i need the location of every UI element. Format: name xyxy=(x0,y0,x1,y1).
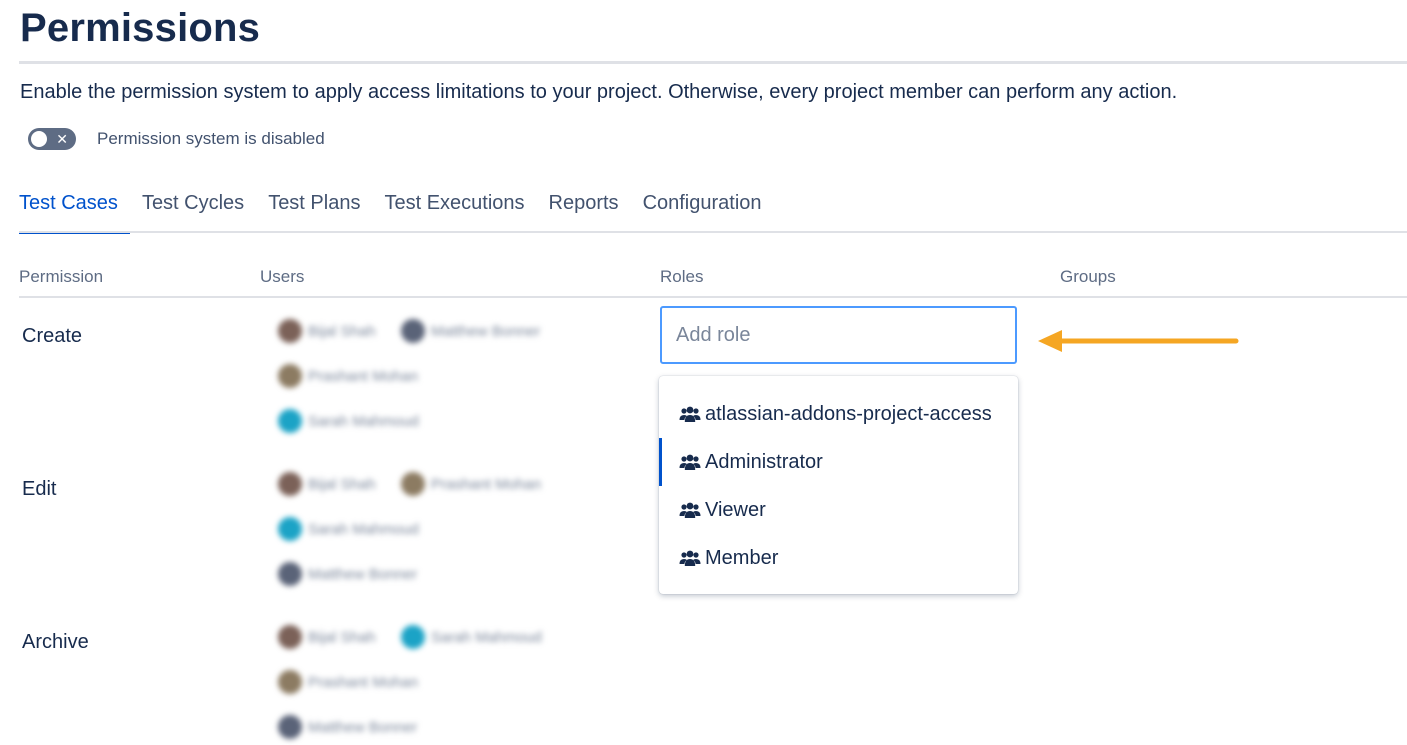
page-title: Permissions xyxy=(20,6,261,50)
add-role-input[interactable] xyxy=(660,306,1017,364)
permission-name-archive: Archive xyxy=(22,631,89,653)
column-header-users: Users xyxy=(260,267,305,286)
column-header-groups: Groups xyxy=(1060,267,1116,286)
permission-name-edit: Edit xyxy=(22,478,57,500)
permission-system-toggle[interactable]: ✕ xyxy=(28,128,76,150)
tab-reports[interactable]: Reports xyxy=(549,190,619,234)
avatar xyxy=(278,472,302,496)
user-chip: Bijal Shah xyxy=(278,624,376,650)
user-name: Bijal Shah xyxy=(308,628,376,646)
avatar xyxy=(278,319,302,343)
user-chip: Bijal Shah xyxy=(278,471,376,497)
user-name: Sarah Mahmoud xyxy=(308,412,419,430)
user-chip: Matthew Bonner xyxy=(401,318,540,344)
user-name: Prashant Mohan xyxy=(308,673,419,691)
user-name: Bijal Shah xyxy=(308,475,376,493)
role-option-administrator[interactable]: Administrator xyxy=(659,438,1018,486)
user-name: Sarah Mahmoud xyxy=(308,520,419,538)
avatar xyxy=(278,517,302,541)
tab-configuration[interactable]: Configuration xyxy=(643,190,762,234)
role-dropdown-menu: atlassian-addons-project-access Administ… xyxy=(659,376,1018,594)
users-group-icon xyxy=(679,406,701,422)
tab-test-cycles[interactable]: Test Cycles xyxy=(142,190,244,234)
column-header-permission: Permission xyxy=(19,267,104,286)
role-option-viewer[interactable]: Viewer xyxy=(659,486,1018,534)
role-option-label: Member xyxy=(705,546,779,569)
user-chip: Bijal Shah xyxy=(278,318,376,344)
avatar xyxy=(278,562,302,586)
user-name: Matthew Bonner xyxy=(308,718,418,736)
permission-name-create: Create xyxy=(22,325,83,347)
tab-test-plans[interactable]: Test Plans xyxy=(268,190,360,234)
toggle-label: Permission system is disabled xyxy=(97,129,325,148)
tab-bar: Test Cases Test Cycles Test Plans Test E… xyxy=(19,190,786,234)
user-name: Bijal Shah xyxy=(308,322,376,340)
x-icon: ✕ xyxy=(56,131,68,147)
tab-test-cases[interactable]: Test Cases xyxy=(19,190,130,234)
users-group-icon xyxy=(679,502,701,518)
user-name: Matthew Bonner xyxy=(308,565,418,583)
role-option-member[interactable]: Member xyxy=(659,534,1018,582)
avatar xyxy=(401,319,425,343)
role-option-label: Viewer xyxy=(705,498,766,521)
user-name: Matthew Bonner xyxy=(431,322,541,340)
user-name: Sarah Mahmoud xyxy=(431,628,542,646)
user-chip: Prashant Mohan xyxy=(401,471,541,497)
role-option-label: atlassian-addons-project-access xyxy=(705,402,992,425)
page-description: Enable the permission system to apply ac… xyxy=(20,81,1178,103)
avatar xyxy=(401,472,425,496)
users-group-icon xyxy=(679,550,701,566)
avatar xyxy=(278,670,302,694)
title-divider xyxy=(19,61,1407,64)
user-chip: Matthew Bonner xyxy=(278,561,417,587)
user-chip: Prashant Mohan xyxy=(278,669,418,695)
user-name: Prashant Mohan xyxy=(431,475,542,493)
user-chip: Matthew Bonner xyxy=(278,714,417,740)
user-chip: Sarah Mahmoud xyxy=(278,516,419,542)
avatar xyxy=(278,409,302,433)
tab-test-executions[interactable]: Test Executions xyxy=(384,190,524,234)
user-chip: Prashant Mohan xyxy=(278,363,418,389)
users-group-icon xyxy=(679,454,701,470)
avatar xyxy=(278,715,302,739)
avatar xyxy=(278,625,302,649)
avatar xyxy=(278,364,302,388)
user-name: Prashant Mohan xyxy=(308,367,419,385)
user-chip: Sarah Mahmoud xyxy=(401,624,542,650)
tabs-divider xyxy=(19,231,1407,233)
avatar xyxy=(401,625,425,649)
role-option-label: Administrator xyxy=(705,450,823,473)
column-header-roles: Roles xyxy=(660,267,704,286)
user-chip: Sarah Mahmoud xyxy=(278,408,419,434)
toggle-knob xyxy=(31,131,47,147)
header-divider xyxy=(19,296,1407,298)
role-option-atlassian-addons-project-access[interactable]: atlassian-addons-project-access xyxy=(659,390,1018,438)
annotation-arrow-icon xyxy=(1038,330,1239,352)
